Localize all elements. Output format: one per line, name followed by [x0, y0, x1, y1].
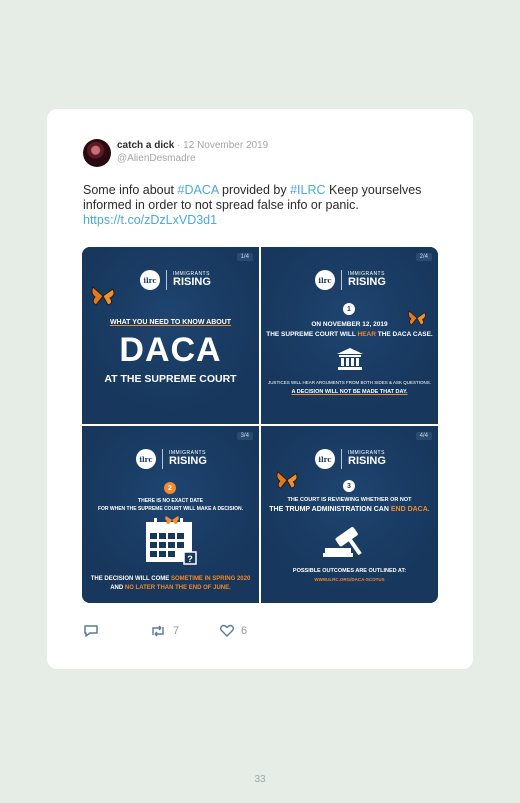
panel-number: 1/4: [236, 253, 253, 261]
panel-line-2: THE SUPREME COURT WILL HEAR THE DACA CAS…: [266, 331, 433, 338]
logo-circle: ilrc: [140, 270, 160, 290]
logo-line-2: RISING: [348, 276, 386, 288]
tweet-date[interactable]: 12 November 2019: [183, 140, 268, 151]
like-button[interactable]: 6: [219, 624, 247, 638]
image-grid[interactable]: 1/4 ilrc IMMIGRANTS RISING WHAT YOU NEED …: [82, 247, 438, 603]
panel-small-1: JUSTICES WILL HEAR ARGUMENTS FROM BOTH S…: [267, 380, 432, 385]
panel-url[interactable]: WWW.ILRC.ORG/DACA-SCOTUS: [261, 577, 438, 582]
panel-small-2: A DECISION WILL NOT BE MADE THAT DAY.: [291, 389, 408, 395]
tweet-text: Some info about #DACA provided by #ILRC …: [83, 183, 423, 228]
logo-circle: ilrc: [315, 270, 335, 290]
tweet-card: catch a dick · 12 November 2019 @AlienDe…: [47, 109, 473, 669]
heart-icon: [219, 624, 235, 637]
panel-big-title: DACA: [119, 331, 222, 369]
svg-text:?: ?: [187, 554, 193, 564]
tweet-link[interactable]: https://t.co/zDzLxVD3d1: [83, 213, 217, 227]
step-badge: 1: [343, 303, 355, 315]
panel-bottom-2: AND NO LATER THAN THE END OF JUNE.: [110, 585, 231, 591]
author-line: catch a dick · 12 November 2019: [117, 140, 268, 151]
panel-line-2: FOR WHEN THE SUPREME COURT WILL MAKE A D…: [97, 506, 244, 512]
image-panel-3[interactable]: 3/4 ilrc IMMIGRANTS RISING 2 THERE IS NO …: [82, 426, 259, 603]
ilrc-logo: ilrc IMMIGRANTS RISING: [136, 448, 207, 470]
ilrc-logo: ilrc IMMIGRANTS RISING: [315, 269, 386, 291]
tweet-text-part: Some info about: [83, 183, 178, 197]
butterfly-icon: [91, 286, 115, 306]
hashtag-ilrc[interactable]: #ILRC: [290, 183, 325, 197]
panel-heading: WHAT YOU NEED TO KNOW ABOUT: [109, 319, 232, 326]
author-handle[interactable]: @AlienDesmadre: [117, 153, 196, 164]
panel-line-3: POSSIBLE OUTCOMES ARE OUTLINED AT:: [292, 568, 407, 574]
panel-subtitle: AT THE SUPREME COURT: [104, 373, 237, 385]
logo-line-2: RISING: [173, 276, 211, 288]
reply-button[interactable]: [83, 624, 99, 638]
calendar-icon: ?: [146, 516, 197, 565]
like-count: 6: [241, 625, 248, 637]
panel-line-1: THERE IS NO EXACT DATE: [138, 498, 203, 504]
separator: ·: [177, 140, 181, 151]
step-badge: 3: [343, 480, 355, 492]
tweet-actions: 7 6: [83, 624, 283, 640]
panel-line-1: THE COURT IS REVIEWING WHETHER OR NOT: [287, 497, 412, 503]
retweet-button[interactable]: 7: [149, 624, 179, 638]
panel-bottom-1: THE DECISION WILL COME SOMETIME IN SPRIN…: [90, 576, 251, 582]
panel-number: 2/4: [415, 253, 432, 261]
image-panel-2[interactable]: 2/4 ilrc IMMIGRANTS RISING 1 ON NOVEMBER …: [261, 247, 438, 424]
author-name[interactable]: catch a dick: [117, 140, 174, 151]
retweet-icon: [152, 625, 164, 637]
panel-number: 4/4: [415, 432, 432, 440]
logo-line-2: RISING: [169, 455, 207, 467]
panel-line-2: THE TRUMP ADMINISTRATION CAN END DACA.: [269, 506, 430, 513]
logo-line-2: RISING: [348, 455, 386, 467]
panel-line-1: ON NOVEMBER 12, 2019: [311, 321, 388, 328]
logo-circle: ilrc: [315, 449, 335, 469]
logo-circle: ilrc: [136, 449, 156, 469]
tweet-text-part: provided by: [218, 183, 291, 197]
reply-icon: [84, 625, 98, 637]
courthouse-icon: [337, 348, 363, 370]
step-badge: 2: [164, 482, 176, 494]
image-panel-1[interactable]: 1/4 ilrc IMMIGRANTS RISING WHAT YOU NEED …: [82, 247, 259, 424]
page-number: 33: [254, 774, 266, 785]
ilrc-logo: ilrc IMMIGRANTS RISING: [140, 269, 211, 291]
image-panel-4[interactable]: 4/4 ilrc IMMIGRANTS RISING 3 THE COURT IS…: [261, 426, 438, 603]
avatar[interactable]: [83, 139, 111, 167]
panel-number: 3/4: [236, 432, 253, 440]
retweet-count: 7: [173, 625, 180, 637]
hashtag-daca[interactable]: #DACA: [178, 183, 219, 197]
butterfly-icon: [276, 471, 298, 489]
ilrc-logo: ilrc IMMIGRANTS RISING: [315, 448, 386, 470]
gavel-icon: [323, 527, 362, 557]
